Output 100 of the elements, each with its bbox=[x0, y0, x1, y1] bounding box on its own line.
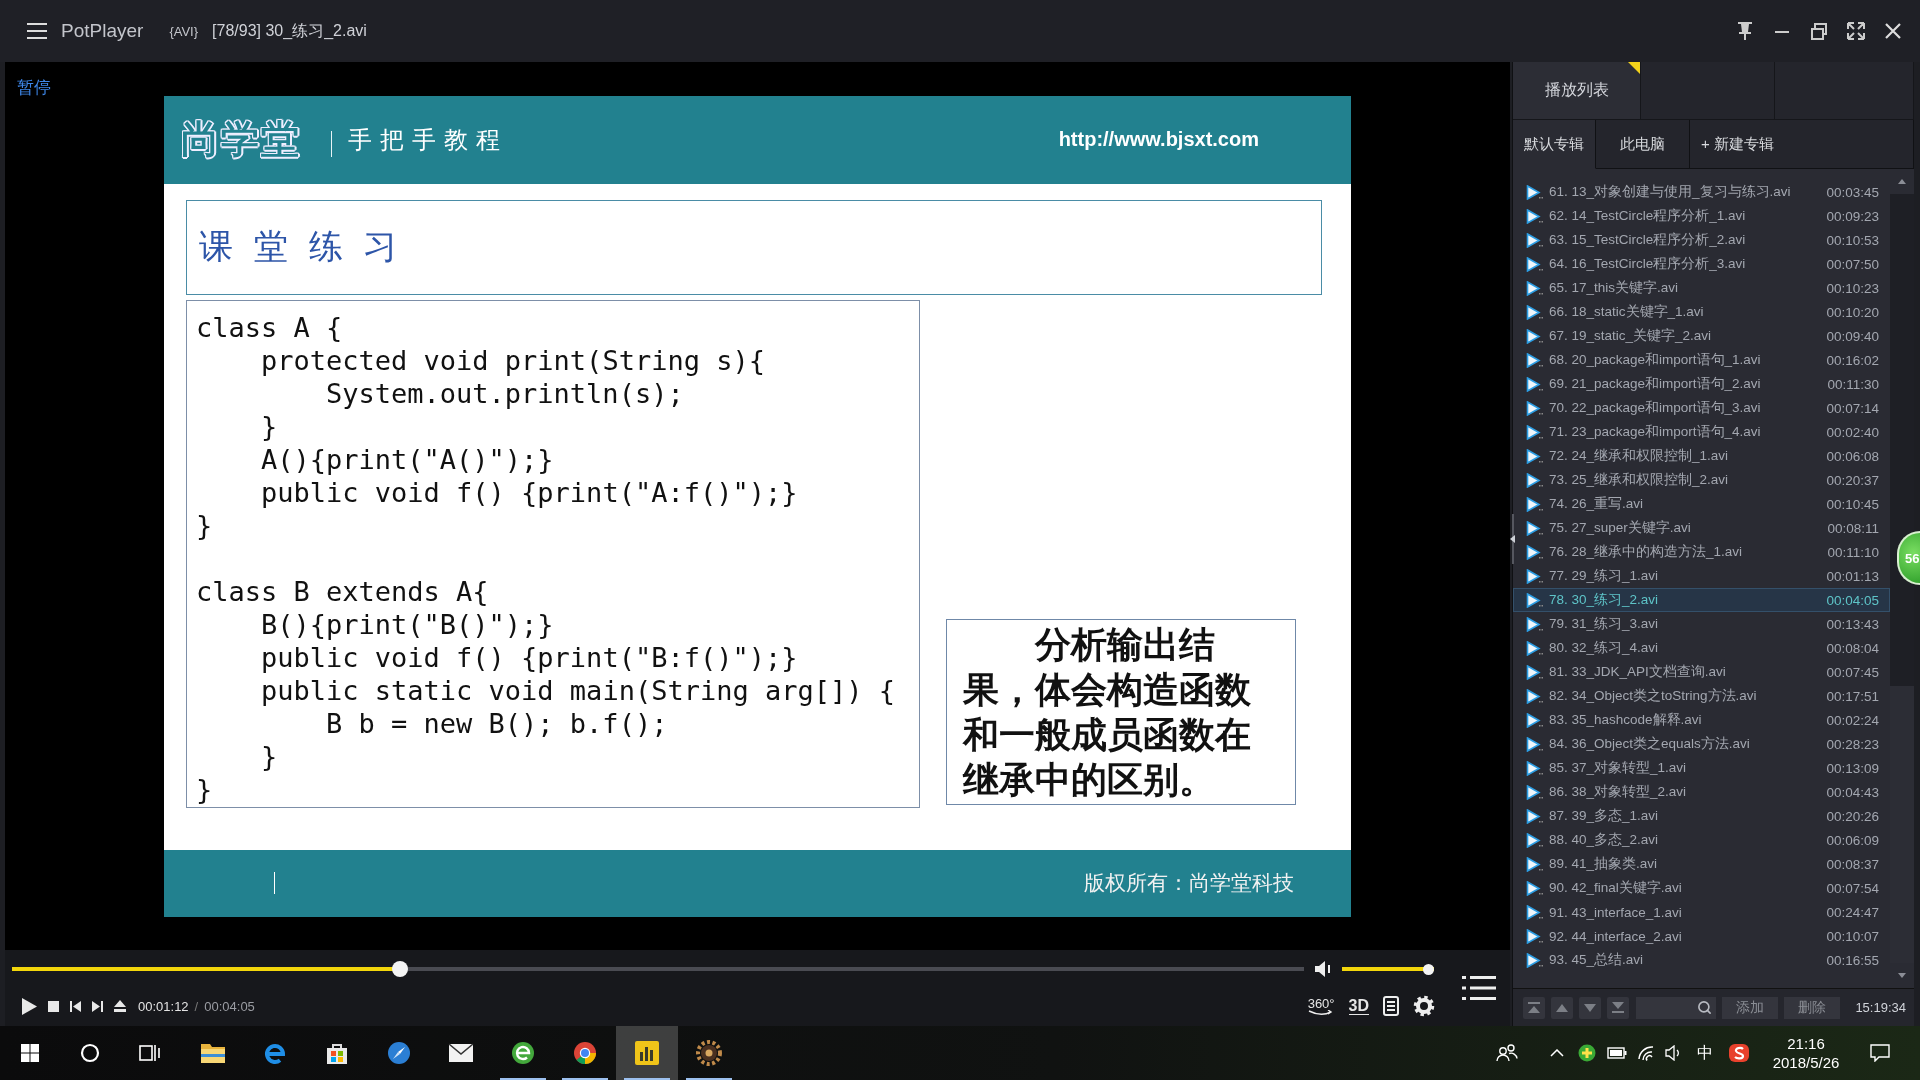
move-top-button[interactable] bbox=[1523, 996, 1545, 1019]
playlist-icon[interactable] bbox=[1462, 975, 1496, 1001]
playlist-item[interactable]: 87. 39_多态_1.avi 00:20:26 bbox=[1513, 804, 1890, 828]
playlist-item[interactable]: 78. 30_练习_2.avi 00:04:05 bbox=[1513, 588, 1890, 612]
album-tab[interactable]: + 新建专辑 bbox=[1690, 120, 1914, 169]
scroll-up-button[interactable] bbox=[1890, 169, 1914, 194]
play-icon[interactable] bbox=[21, 997, 37, 1015]
playlist-item[interactable]: 68. 20_package和import语句_1.avi 00:16:02 bbox=[1513, 348, 1890, 372]
playlist-item[interactable]: 65. 17_this关键字.avi 00:10:23 bbox=[1513, 276, 1890, 300]
stop-icon[interactable] bbox=[48, 1000, 59, 1012]
playlist-item[interactable]: 76. 28_继承中的构造方法_1.avi 00:11:10 bbox=[1513, 540, 1890, 564]
playlist-item[interactable]: 67. 19_static_关键字_2.avi 00:09:40 bbox=[1513, 324, 1890, 348]
playlist-item[interactable]: 80. 32_练习_4.avi 00:08:04 bbox=[1513, 636, 1890, 660]
taskbar-app-button[interactable] bbox=[616, 1026, 678, 1080]
clock-time[interactable]: 21:16 bbox=[1787, 1034, 1825, 1053]
playlist-item[interactable]: 88. 40_多态_2.avi 00:06:09 bbox=[1513, 828, 1890, 852]
move-up-button[interactable] bbox=[1551, 996, 1573, 1019]
playlist-item[interactable]: 79. 31_练习_3.avi 00:13:43 bbox=[1513, 612, 1890, 636]
playlist-item[interactable]: 69. 21_package和import语句_2.avi 00:11:30 bbox=[1513, 372, 1890, 396]
playlist-item[interactable]: 83. 35_hashcode解释.avi 00:02:24 bbox=[1513, 708, 1890, 732]
battery-icon[interactable] bbox=[1607, 1047, 1627, 1059]
playlist-item[interactable]: 72. 24_继承和权限控制_1.avi 00:06:08 bbox=[1513, 444, 1890, 468]
item-duration: 00:01:13 bbox=[1826, 568, 1879, 584]
restore-icon[interactable] bbox=[1809, 21, 1829, 41]
playlist-item[interactable]: 63. 15_TestCircle程序分析_2.avi 00:10:53 bbox=[1513, 228, 1890, 252]
item-title: 82. 34_Object类之toString方法.avi bbox=[1549, 687, 1757, 705]
input-method-icon[interactable] bbox=[1729, 1044, 1749, 1062]
menu-icon[interactable] bbox=[27, 22, 47, 40]
play-icon bbox=[1526, 496, 1543, 512]
format-tag: {AVI} bbox=[169, 23, 199, 39]
item-title: 65. 17_this关键字.avi bbox=[1549, 279, 1679, 297]
seek-thumb[interactable] bbox=[392, 961, 409, 977]
playlist-item[interactable]: 86. 38_对象转型_2.avi 00:04:43 bbox=[1513, 780, 1890, 804]
playlist-item[interactable]: 62. 14_TestCircle程序分析_1.avi 00:09:23 bbox=[1513, 204, 1890, 228]
item-title: 80. 32_练习_4.avi bbox=[1549, 639, 1659, 657]
play-icon bbox=[1526, 616, 1543, 632]
skip-back-icon[interactable] bbox=[70, 1000, 81, 1012]
ime-indicator[interactable]: 中 bbox=[1688, 1042, 1722, 1064]
playlist-item[interactable]: 89. 41_抽象类.avi 00:08:37 bbox=[1513, 852, 1890, 876]
people-icon[interactable] bbox=[1496, 1044, 1518, 1062]
playlist-item[interactable]: 81. 33_JDK_API文档查询.avi 00:07:45 bbox=[1513, 660, 1890, 684]
vr-360-button[interactable]: 360° bbox=[1307, 996, 1335, 1016]
item-title: 74. 26_重写.avi bbox=[1549, 495, 1644, 513]
caret-down-bar-icon bbox=[1612, 1002, 1624, 1013]
pin-icon[interactable] bbox=[1735, 21, 1755, 41]
slide-subtitle: 手把手教程 bbox=[348, 124, 508, 155]
item-title: 81. 33_JDK_API文档查询.avi bbox=[1549, 663, 1726, 681]
wifi-icon[interactable] bbox=[1637, 1045, 1655, 1061]
playlist-item[interactable]: 82. 34_Object类之toString方法.avi 00:17:51 bbox=[1513, 684, 1890, 708]
item-duration: 00:13:09 bbox=[1826, 760, 1879, 776]
playlist-item[interactable]: 75. 27_super关键字.avi 00:08:11 bbox=[1513, 516, 1890, 540]
search-field[interactable] bbox=[1636, 996, 1716, 1019]
ring-icon[interactable] bbox=[80, 1043, 100, 1063]
playlist-item[interactable]: 90. 42_final关键字.avi 00:07:54 bbox=[1513, 876, 1890, 900]
playlist-item[interactable]: 64. 16_TestCircle程序分析_3.avi 00:07:50 bbox=[1513, 252, 1890, 276]
playlist-item[interactable]: 84. 36_Object类之equals方法.avi 00:28:23 bbox=[1513, 732, 1890, 756]
playlist-item[interactable]: 61. 13_对象创建与使用_复习与练习.avi 00:03:45 bbox=[1513, 180, 1890, 204]
playlist-item[interactable]: 77. 29_练习_1.avi 00:01:13 bbox=[1513, 564, 1890, 588]
expand-icon[interactable] bbox=[1846, 21, 1866, 41]
playlist-item[interactable]: 66. 18_static关键字_1.avi 00:10:20 bbox=[1513, 300, 1890, 324]
playlist-item[interactable]: 73. 25_继承和权限控制_2.avi 00:20:37 bbox=[1513, 468, 1890, 492]
move-bottom-button[interactable] bbox=[1607, 996, 1629, 1019]
close-icon[interactable] bbox=[1883, 21, 1903, 41]
playlist-item[interactable]: 92. 44_interface_2.avi 00:10:07 bbox=[1513, 924, 1890, 948]
move-down-button[interactable] bbox=[1579, 996, 1601, 1019]
corner-triangle-icon bbox=[1628, 62, 1640, 74]
task-view-icon[interactable] bbox=[139, 1043, 161, 1063]
play-icon bbox=[1526, 952, 1543, 968]
playlist-tab[interactable]: 播放列表 bbox=[1513, 62, 1641, 119]
play-icon bbox=[1526, 280, 1543, 296]
play-icon bbox=[1526, 256, 1543, 272]
settings-icon[interactable] bbox=[1413, 995, 1435, 1017]
playlist-item[interactable]: 70. 22_package和import语句_3.avi 00:07:14 bbox=[1513, 396, 1890, 420]
document-icon[interactable] bbox=[1383, 996, 1399, 1016]
volume-thumb[interactable] bbox=[1423, 963, 1434, 975]
item-duration: 00:20:26 bbox=[1826, 808, 1879, 824]
playlist-item[interactable]: 85. 37_对象转型_1.avi 00:13:09 bbox=[1513, 756, 1890, 780]
item-title: 69. 21_package和import语句_2.avi bbox=[1549, 375, 1761, 393]
playlist-item[interactable]: 74. 26_重写.avi 00:10:45 bbox=[1513, 492, 1890, 516]
chevron-up-icon[interactable] bbox=[1550, 1049, 1564, 1057]
album-tab[interactable]: 此电脑 bbox=[1596, 120, 1690, 169]
plus-circle-icon[interactable] bbox=[1578, 1044, 1596, 1062]
item-title: 76. 28_继承中的构造方法_1.avi bbox=[1549, 543, 1743, 561]
delete-button[interactable]: 删除 bbox=[1784, 996, 1840, 1019]
playlist-item[interactable]: 71. 23_package和import语句_4.avi 00:02:40 bbox=[1513, 420, 1890, 444]
item-title: 73. 25_继承和权限控制_2.avi bbox=[1549, 471, 1729, 489]
play-icon bbox=[1526, 184, 1543, 200]
item-title: 68. 20_package和import语句_1.avi bbox=[1549, 351, 1761, 369]
start-icon[interactable] bbox=[21, 1044, 39, 1062]
add-button[interactable]: 添加 bbox=[1722, 996, 1778, 1019]
compass-icon bbox=[387, 1041, 411, 1065]
item-title: 62. 14_TestCircle程序分析_1.avi bbox=[1549, 207, 1746, 225]
item-duration: 00:08:04 bbox=[1826, 640, 1879, 656]
skip-forward-icon[interactable] bbox=[92, 1000, 103, 1012]
clock-date[interactable]: 2018/5/26 bbox=[1772, 1053, 1840, 1072]
eject-icon[interactable] bbox=[114, 1000, 126, 1012]
message-icon[interactable] bbox=[1870, 1044, 1890, 1062]
stereo-3d-button[interactable]: 3D bbox=[1348, 997, 1369, 1015]
playlist-item[interactable]: 91. 43_interface_1.avi 00:24:47 bbox=[1513, 900, 1890, 924]
playlist-item[interactable]: 93. 45_总结.avi 00:16:55 bbox=[1513, 948, 1890, 972]
